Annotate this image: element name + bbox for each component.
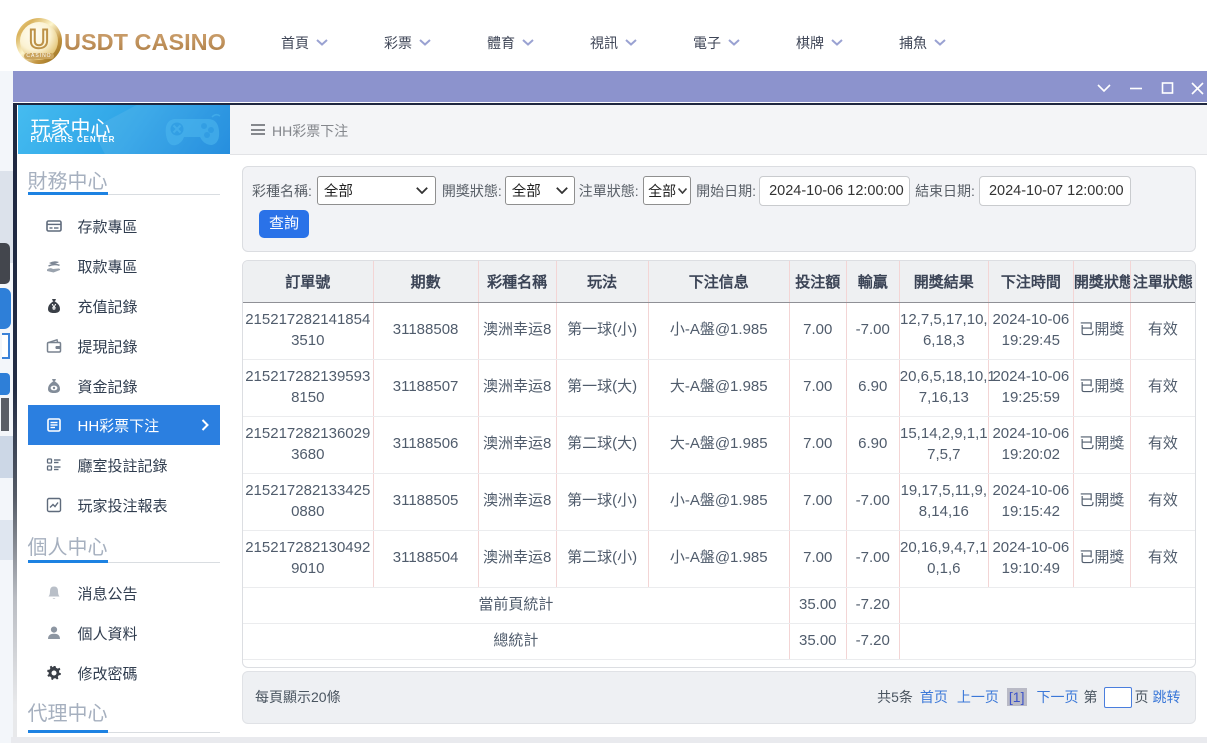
svg-text:¥: ¥ bbox=[51, 303, 56, 312]
